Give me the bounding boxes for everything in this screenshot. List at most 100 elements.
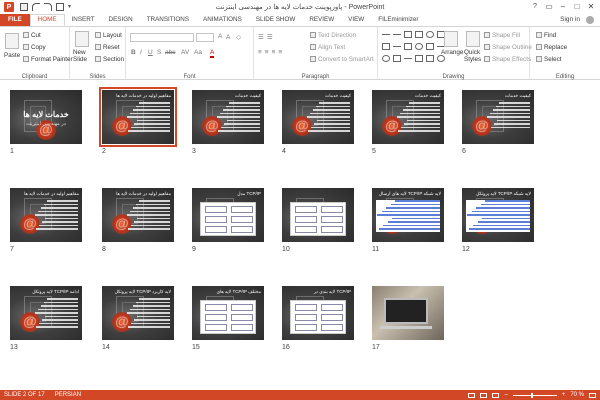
minimize-icon[interactable]: –: [556, 0, 570, 12]
slide-thumbnail-16[interactable]: لایه بندی در TCP/IP: [282, 286, 354, 340]
bold-button[interactable]: B: [131, 49, 136, 56]
quick-styles-icon[interactable]: [466, 31, 480, 47]
tab-review[interactable]: REVIEW: [302, 14, 341, 26]
tab-design[interactable]: DESIGN: [102, 14, 140, 26]
slide-thumbnail-12[interactable]: لایه پروتکل TCP/IP لایه شبکه: [462, 188, 534, 242]
shape-outline-button[interactable]: Shape Outline: [484, 44, 532, 51]
slide-body-text: [126, 298, 170, 330]
shrink-font-icon[interactable]: A: [226, 34, 230, 41]
clear-formatting-icon[interactable]: ◇: [236, 33, 241, 41]
scissors-icon: [23, 32, 29, 38]
align-icons[interactable]: ≡≡≡≡: [258, 49, 285, 56]
italic-button[interactable]: I: [140, 49, 142, 56]
slide-thumbnail-7[interactable]: مفاهیم اولیه در خدمات لایه ها: [10, 188, 82, 242]
sign-in-link[interactable]: Sign in: [560, 16, 580, 23]
tab-home[interactable]: HOME: [29, 14, 65, 26]
slide-thumbnail-9[interactable]: مدل TCP/IP: [192, 188, 264, 242]
slide-body-text: [34, 298, 78, 330]
cut-button[interactable]: Cut: [23, 32, 41, 39]
help-icon[interactable]: ?: [528, 0, 542, 12]
strikethrough-button[interactable]: abc: [165, 49, 175, 56]
slides-group: New Slide Layout Reset Section Slides: [70, 27, 126, 81]
paste-icon[interactable]: [5, 33, 19, 49]
arrange-icon[interactable]: [444, 31, 458, 47]
text-direction-button[interactable]: Text Direction: [310, 32, 356, 39]
shape-fill-button[interactable]: Shape Fill: [484, 32, 520, 39]
zoom-in-icon[interactable]: +: [562, 392, 566, 398]
slide-thumbnail-11[interactable]: لایه های ارسال TCP/IP لایه شبکه: [372, 188, 444, 242]
slide-thumbnail-17[interactable]: [372, 286, 444, 340]
underline-button[interactable]: U: [148, 49, 153, 56]
tab-view[interactable]: VIEW: [341, 14, 371, 26]
shape-effects-button[interactable]: Shape Effects: [484, 56, 531, 63]
close-icon[interactable]: ✕: [584, 0, 598, 12]
tab-animations[interactable]: ANIMATIONS: [196, 14, 249, 26]
find-button[interactable]: Find: [536, 32, 556, 39]
reading-view-icon[interactable]: [492, 392, 500, 398]
arrange-button[interactable]: Arrange: [441, 49, 463, 56]
paste-button[interactable]: Paste: [4, 52, 20, 59]
user-avatar-icon[interactable]: [586, 16, 594, 24]
convert-smartart-button[interactable]: Convert to SmartArt: [310, 56, 374, 63]
replace-button[interactable]: Replace: [536, 44, 567, 51]
align-text-button[interactable]: Align Text: [310, 44, 345, 51]
slide-body-text: [126, 200, 170, 232]
character-spacing-button[interactable]: AV: [181, 49, 189, 56]
layout-button[interactable]: Layout: [95, 32, 122, 39]
ribbon-display-options-icon[interactable]: ▭: [542, 0, 556, 12]
slide-thumbnail-2[interactable]: مفاهیم اولیه در خدمات لایه ها: [99, 87, 177, 147]
slide-sorter-view-icon[interactable]: [480, 392, 488, 398]
tab-insert[interactable]: INSERT: [65, 14, 102, 26]
slide-thumbnail-8[interactable]: مفاهیم اولیه در خدمات لایه ها: [102, 188, 174, 242]
slide-thumbnail-6[interactable]: کیفیت خدمات: [462, 90, 534, 144]
zoom-level[interactable]: 70 %: [570, 392, 584, 398]
reset-button[interactable]: Reset: [95, 44, 119, 51]
tab-transitions[interactable]: TRANSITIONS: [140, 14, 196, 26]
language-indicator[interactable]: PERSIAN: [55, 392, 81, 398]
text-direction-label: Text Direction: [318, 32, 357, 39]
bullets-icon[interactable]: ☰☰: [258, 33, 276, 41]
slide-subtitle-text: در مهندسی اینترنت: [26, 121, 66, 127]
slide-thumbnail-1[interactable]: خدمات لایه ها در مهندسی اینترنت: [10, 90, 82, 144]
slide-thumbnail-15[interactable]: لایه های TCP/IP مختلف: [192, 286, 264, 340]
slide-thumbnail-4[interactable]: کیفیت خدمات: [282, 90, 354, 144]
slide-thumbnail-5[interactable]: کیفیت خدمات: [372, 90, 444, 144]
copy-button[interactable]: Copy: [23, 44, 46, 51]
font-color-icon[interactable]: A: [210, 49, 215, 58]
zoom-slider[interactable]: [512, 392, 557, 398]
font-name-box[interactable]: [130, 33, 194, 42]
shadow-button[interactable]: S: [157, 49, 161, 56]
slide-number: 11: [372, 246, 380, 253]
maximize-icon[interactable]: □: [570, 0, 584, 12]
normal-view-icon[interactable]: [468, 392, 476, 398]
quick-styles-button[interactable]: Quick Styles: [464, 49, 484, 63]
tab-slide-show[interactable]: SLIDE SHOW: [249, 14, 303, 26]
slide-thumbnail-3[interactable]: کیفیت خدمات: [192, 90, 264, 144]
change-case-button[interactable]: Aa: [194, 49, 202, 56]
slide-thumbnail-10[interactable]: [282, 188, 354, 242]
slide-body-text: [216, 102, 260, 134]
tab-file[interactable]: FILE: [0, 14, 30, 26]
section-icon: [95, 56, 101, 62]
shapes-gallery[interactable]: [382, 31, 445, 65]
fit-slide-icon[interactable]: [589, 392, 596, 398]
tab-fileminimizer[interactable]: FILEminimizer: [371, 14, 425, 26]
font-size-box[interactable]: [196, 33, 214, 42]
slide-body-text: [306, 102, 350, 134]
grow-font-icon[interactable]: A: [218, 33, 222, 40]
slide-number: 15: [192, 344, 200, 351]
zoom-slider-thumb[interactable]: [531, 392, 534, 398]
select-button[interactable]: Select: [536, 56, 562, 63]
reset-icon: [95, 44, 101, 50]
align-text-label: Align Text: [318, 44, 346, 51]
new-slide-button[interactable]: New Slide: [73, 49, 93, 63]
slide-thumbnail-14[interactable]: لایه پروتکل TCP/IP لایه کاربرد: [102, 286, 174, 340]
slide-number: 13: [10, 344, 18, 351]
slide-number: 7: [10, 246, 14, 253]
section-button[interactable]: Section: [95, 56, 124, 63]
slide-body-text: [486, 102, 530, 130]
format-painter-button[interactable]: Format Painter: [23, 56, 73, 63]
zoom-out-icon[interactable]: –: [504, 392, 507, 398]
slide-thumbnail-13[interactable]: لایه پروتکل TCP/IP ادامه: [10, 286, 82, 340]
new-slide-icon[interactable]: [75, 31, 89, 47]
